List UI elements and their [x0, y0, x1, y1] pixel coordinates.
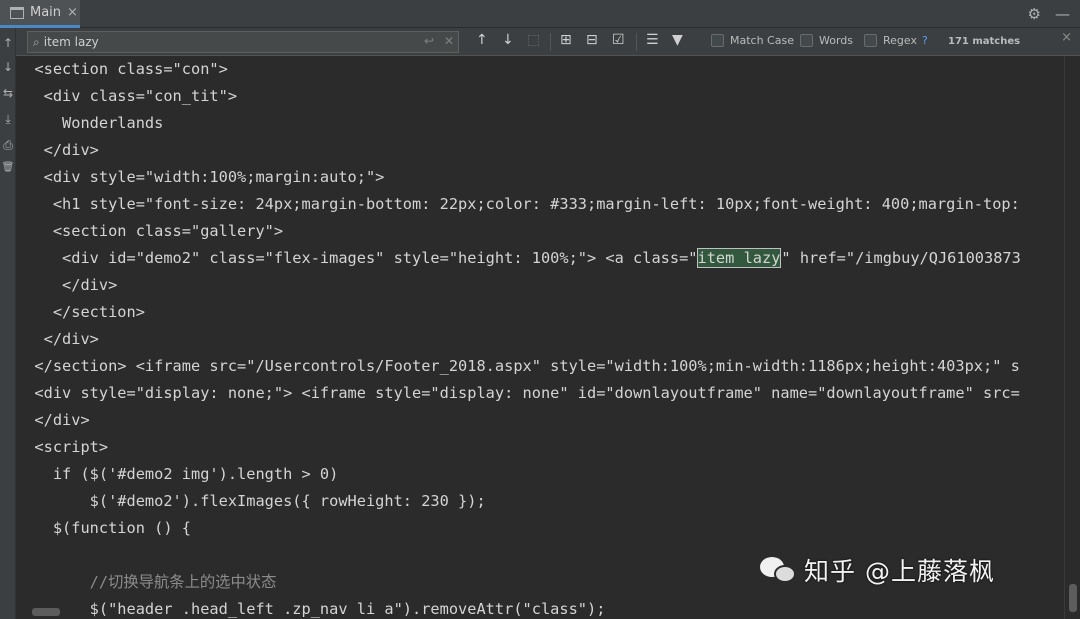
code-segment: " href="/imgbuy/QJ61003873: [781, 249, 1021, 267]
match-count: 171 matches: [948, 36, 1021, 47]
code-line: </div>: [16, 330, 99, 348]
match-case-checkbox[interactable]: [711, 34, 724, 47]
code-line: <section class="gallery">: [16, 222, 284, 240]
code-line: </section> <iframe src="/Usercontrols/Fo…: [16, 357, 1020, 375]
match-case-option[interactable]: Match Case: [711, 34, 794, 47]
search-match-highlight: item lazy: [696, 248, 782, 268]
trash-icon[interactable]: 🗑: [0, 162, 16, 173]
settings-icon[interactable]: ⚙: [1028, 5, 1041, 23]
code-line: <div style="display: none;"> <iframe sty…: [16, 384, 1020, 402]
close-find-bar-icon[interactable]: ×: [1061, 30, 1072, 45]
words-checkbox[interactable]: [800, 34, 813, 47]
code-line: //切换导航条上的选中状态: [16, 573, 277, 591]
tab-bar: Main × ⚙ —: [0, 0, 1080, 28]
show-filter-popup-icon[interactable]: ☰: [646, 32, 659, 48]
print-icon[interactable]: ⎙: [0, 138, 16, 153]
previous-occurrence-icon[interactable]: ↑: [476, 32, 488, 48]
find-bar: ⌕ ↩ ✕ ↑ ↓ ⬚ ⊞ ⊟ ☑ ☰ ▼ Match Case Words R…: [16, 28, 1080, 56]
match-text: item lazy: [697, 249, 781, 267]
code-segment: <div id="demo2" class="flex-images" styl…: [16, 249, 698, 267]
arrow-down-icon[interactable]: ↓: [0, 60, 16, 74]
regex-option[interactable]: Regex: [864, 34, 917, 47]
left-toolbar: ↑ ↓ ⇆ ⤓ ⎙ 🗑: [0, 28, 16, 619]
code-line: </div>: [16, 141, 99, 159]
search-icon[interactable]: ⌕: [28, 35, 44, 50]
search-box[interactable]: ⌕ ↩ ✕: [27, 31, 459, 53]
code-line-with-match: <div id="demo2" class="flex-images" styl…: [16, 245, 1021, 272]
code-line: Wonderlands: [16, 114, 164, 132]
code-line: $('#demo2').flexImages({ rowHeight: 230 …: [16, 492, 486, 510]
separator: [550, 33, 551, 51]
tab-main[interactable]: Main ×: [0, 0, 80, 28]
scroll-to-end-icon[interactable]: ⤓: [0, 112, 16, 127]
code-line: </div>: [16, 276, 118, 294]
code-line: <section class="con">: [16, 60, 228, 78]
new-line-icon[interactable]: ↩: [424, 34, 434, 48]
soft-wrap-icon[interactable]: ⇆: [0, 86, 16, 100]
add-occurrence-icon[interactable]: ⊞: [560, 32, 572, 48]
minimize-icon[interactable]: —: [1055, 5, 1070, 23]
code-editor[interactable]: <section class="con"> <div class="con_ti…: [16, 56, 1064, 619]
code-line: <script>: [16, 438, 109, 456]
regex-label: Regex: [883, 34, 917, 47]
code-line: <h1 style="font-size: 24px;margin-bottom…: [16, 195, 1020, 213]
code-line: $(function () {: [16, 519, 191, 537]
code-line: <div class="con_tit">: [16, 87, 238, 105]
match-case-label: Match Case: [730, 34, 794, 47]
search-input[interactable]: [43, 35, 344, 49]
separator: [636, 33, 637, 51]
tabbar-actions: ⚙ —: [1028, 5, 1070, 23]
code-line: </section>: [16, 303, 145, 321]
next-occurrence-icon[interactable]: ↓: [502, 32, 514, 48]
words-option[interactable]: Words: [800, 34, 853, 47]
tab-main-label: Main: [30, 5, 62, 20]
vertical-scrollbar[interactable]: [1064, 56, 1080, 619]
code-line: <div style="width:100%;margin:auto;">: [16, 168, 385, 186]
watermark: 知乎 @上藤落枫: [760, 552, 995, 588]
tab-close-icon[interactable]: ×: [67, 5, 78, 20]
horizontal-scroll-thumb[interactable]: [32, 608, 60, 616]
words-label: Words: [819, 34, 854, 47]
select-all-occurrences-icon[interactable]: ⬚: [527, 32, 540, 48]
arrow-up-icon[interactable]: ↑: [0, 36, 16, 50]
code-line: $("header .head_left .zp_nav li a").remo…: [16, 600, 606, 618]
code-line: </div>: [16, 411, 90, 429]
wechat-logo-icon: [760, 555, 798, 585]
select-all-matches-icon[interactable]: ☑: [612, 32, 625, 48]
regex-checkbox[interactable]: [864, 34, 877, 47]
vertical-scroll-thumb[interactable]: [1069, 584, 1077, 612]
watermark-text: 知乎 @上藤落枫: [804, 557, 995, 586]
remove-occurrence-icon[interactable]: ⊟: [586, 32, 598, 48]
clear-search-icon[interactable]: ✕: [444, 34, 454, 48]
filter-icon[interactable]: ▼: [672, 32, 683, 48]
regex-help-link[interactable]: ?: [922, 34, 928, 47]
console-icon: [10, 6, 24, 19]
code-line: if ($('#demo2 img').length > 0): [16, 465, 339, 483]
